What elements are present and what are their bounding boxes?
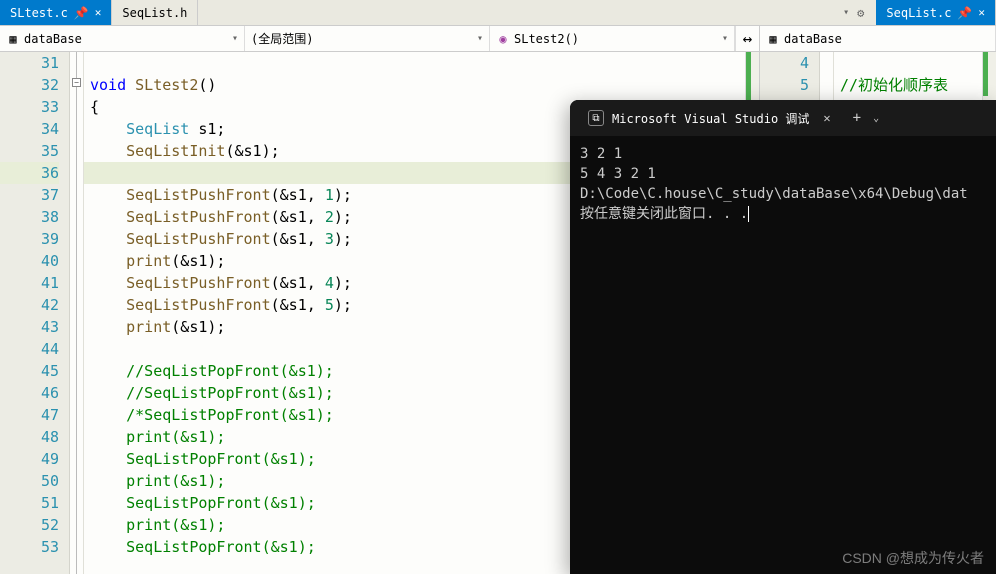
project-icon: ▦ (766, 32, 780, 46)
tab-label: SLtest.c (10, 6, 68, 20)
terminal-window[interactable]: ⧉ Microsoft Visual Studio 调试 ✕ + ⌄ 3 2 1… (570, 100, 996, 574)
tab-settings: ▾ ⚙ (835, 0, 872, 25)
nav-scope-global[interactable]: (全局范围) ▾ (245, 26, 490, 51)
nav-scope-project[interactable]: ▦ dataBase ▾ (0, 26, 245, 51)
chevron-down-icon: ▾ (232, 33, 238, 44)
tab-seqlist-c[interactable]: SeqList.c 📌 ✕ (876, 0, 996, 25)
code-line[interactable] (834, 52, 996, 74)
pin-icon[interactable]: 📌 (957, 6, 972, 20)
chevron-down-icon: ▾ (477, 33, 483, 44)
code-line[interactable]: void SLtest2() (84, 74, 759, 96)
add-tab-button[interactable]: + (853, 110, 861, 126)
tab-seqlist-h[interactable]: SeqList.h (112, 0, 198, 25)
tab-sltest-c[interactable]: SLtest.c 📌 ✕ (0, 0, 112, 25)
nav-label: SLtest2() (514, 32, 579, 46)
terminal-title: Microsoft Visual Studio 调试 (612, 110, 809, 127)
close-icon[interactable]: ✕ (978, 6, 985, 19)
gear-icon[interactable]: ⚙ (857, 6, 864, 20)
nav-label: dataBase (24, 32, 82, 46)
pin-icon[interactable]: 📌 (74, 6, 89, 20)
terminal-line: 5 4 3 2 1 (580, 164, 986, 184)
tab-label: SeqList.h (122, 6, 187, 20)
nav-scope-function[interactable]: ◉ SLtest2() ▾ (490, 26, 735, 51)
chevron-down-icon[interactable]: ⌄ (873, 113, 879, 124)
terminal-line: 3 2 1 (580, 144, 986, 164)
nav-label: (全局范围) (251, 30, 313, 47)
fold-column[interactable]: − (70, 52, 84, 574)
nav-scope-project-right[interactable]: ▦ dataBase (760, 26, 996, 51)
tabs-row: SLtest.c 📌 ✕ SeqList.h ▾ ⚙ SeqList.c 📌 ✕ (0, 0, 996, 26)
tab-label: SeqList.c (886, 6, 951, 20)
line-gutter: 3132333435363738394041424344454647484950… (0, 52, 70, 574)
close-icon[interactable]: ✕ (95, 6, 102, 19)
terminal-icon: ⧉ (588, 110, 604, 126)
split-icon: ↔ (743, 29, 753, 48)
dropdown-icon[interactable]: ▾ (843, 7, 849, 18)
nav-bar-left: ▦ dataBase ▾ (全局范围) ▾ ◉ SLtest2() ▾ ↔ (0, 26, 759, 52)
split-view-button[interactable]: ↔ (735, 26, 759, 51)
terminal-titlebar[interactable]: ⧉ Microsoft Visual Studio 调试 ✕ + ⌄ (570, 100, 996, 136)
chevron-down-icon: ▾ (722, 33, 728, 44)
terminal-line: 按任意键关闭此窗口. . . (580, 204, 986, 224)
project-icon: ▦ (6, 32, 20, 46)
nav-bar-right: ▦ dataBase (760, 26, 996, 52)
function-icon: ◉ (496, 32, 510, 46)
terminal-line: D:\Code\C.house\C_study\dataBase\x64\Deb… (580, 184, 986, 204)
code-line[interactable] (84, 52, 759, 74)
close-icon[interactable]: ✕ (823, 111, 830, 125)
terminal-tab[interactable]: ⧉ Microsoft Visual Studio 调试 ✕ (578, 104, 841, 133)
nav-label: dataBase (784, 32, 842, 46)
terminal-output[interactable]: 3 2 15 4 3 2 1D:\Code\C.house\C_study\da… (570, 136, 996, 574)
watermark: CSDN @想成为传火者 (842, 548, 984, 568)
code-line[interactable]: //初始化顺序表 (834, 74, 996, 96)
fold-toggle[interactable]: − (72, 78, 81, 87)
